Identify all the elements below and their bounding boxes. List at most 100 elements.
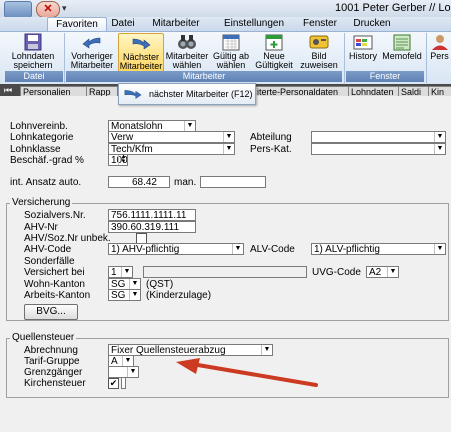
chevron-down-icon[interactable]: ▾	[62, 3, 70, 14]
gueltig-ab-waehlen-button[interactable]: Gültig ab wählen	[212, 33, 250, 71]
chevron-down-icon: ▼	[434, 132, 445, 142]
bvg-button[interactable]: BVG...	[24, 304, 78, 320]
lohnklasse-label: Lohnklasse	[10, 144, 61, 155]
alv-code-label: ALV-Code	[250, 244, 295, 255]
kirchensteuer-field[interactable]	[121, 377, 126, 389]
arbeits-kanton-select[interactable]: SG ▼	[108, 289, 141, 301]
lohnkategorie-value: Verw	[111, 132, 134, 143]
lohndaten-label: Lohndaten speichern	[11, 51, 55, 70]
spinner-icon[interactable]: ▲ ▼	[118, 154, 128, 165]
chevron-down-icon: ▼	[223, 132, 234, 142]
uvg-code-select[interactable]: A2 ▼	[366, 266, 399, 278]
lohndaten-speichern-button[interactable]: Lohndaten speichern	[5, 33, 61, 71]
binoculars-icon	[178, 35, 196, 49]
chevron-down-icon: ▼	[129, 279, 140, 289]
chevron-down-icon: ▼	[223, 144, 234, 154]
person-icon	[431, 35, 448, 50]
versichert-bei-label: Versichert bei	[24, 267, 85, 278]
alv-code-value: 1) ALV-pflichtig	[314, 244, 380, 255]
wohn-kanton-label: Wohn-Kanton	[24, 279, 85, 290]
uvg-code-label: UVG-Code	[312, 267, 361, 278]
tab-einstellungen[interactable]: Einstellungen	[222, 17, 286, 31]
image-icon	[309, 35, 329, 49]
group-datei: Datei	[5, 71, 63, 82]
tooltip-text: nächster Mitarbeiter (F12)	[149, 89, 253, 99]
ansatz-input[interactable]: 68.42	[108, 176, 170, 188]
sonderfaelle-label: Sonderfälle	[24, 256, 75, 267]
tab-scroll-icon[interactable]: ⏮	[4, 85, 14, 96]
kirchensteuer-checkbox[interactable]: ✔	[108, 378, 119, 389]
calendar-icon	[222, 34, 240, 51]
grenzgaenger-label: Grenzgänger	[24, 367, 83, 378]
window-title: 1001 Peter Gerber // Lo	[335, 2, 451, 14]
alv-code-select[interactable]: 1) ALV-pflichtig ▼	[311, 243, 446, 255]
versicherung-title: Versicherung	[10, 197, 73, 208]
abrechnung-label: Abrechnung	[24, 345, 78, 356]
perskat-select[interactable]: ▼	[311, 143, 446, 155]
memofeld-button[interactable]: Memofeld	[381, 33, 423, 71]
beschaef-label: Beschäf.-grad %	[10, 155, 84, 166]
tab-fenster[interactable]: Fenster	[300, 17, 340, 31]
tab-datei[interactable]: Datei	[108, 17, 138, 31]
sozialvers-input[interactable]: 756.1111.1111.11	[108, 209, 196, 221]
chevron-down-icon: ▼	[261, 345, 272, 355]
chevron-down-icon: ▼	[127, 367, 138, 377]
pers-button[interactable]: Pers	[428, 33, 451, 71]
unbek-label: AHV/Soz.Nr unbek.	[24, 233, 111, 244]
versichert-bei-select[interactable]: 1 ▼	[108, 266, 133, 278]
close-icon[interactable]: ✕	[36, 1, 60, 18]
tooltip: nächster Mitarbeiter (F12)	[118, 83, 256, 105]
man-input[interactable]	[200, 176, 266, 188]
bild-zuweisen-button[interactable]: Bild zuweisen	[298, 33, 340, 71]
chevron-down-icon: ▼	[184, 121, 195, 131]
chevron-down-icon: ▼	[434, 144, 445, 154]
app-menu-icon[interactable]	[4, 1, 32, 18]
arbeits-kanton-note: (Kinderzulage)	[146, 290, 212, 301]
tarif-gruppe-label: Tarif-Gruppe	[24, 356, 80, 367]
naechster-mitarbeiter-button[interactable]: Nächster Mitarbeiter	[118, 33, 164, 73]
arbeits-kanton-value: SG	[111, 290, 126, 301]
vorheriger-label: Vorheriger Mitarbeiter	[70, 51, 114, 70]
chevron-down-icon: ▼	[387, 267, 398, 277]
sozialvers-label: Sozialvers.Nr.	[24, 210, 86, 221]
chevron-down-icon: ▼	[232, 244, 243, 254]
mitarbeiter-waehlen-button[interactable]: Mitarbeiter wählen	[163, 33, 211, 71]
perskat-label: Pers-Kat.	[250, 144, 292, 155]
memofeld-label: Memofeld	[382, 51, 422, 61]
ansatz-value: 68.42	[131, 177, 157, 188]
lohnkategorie-select[interactable]: Verw ▼	[108, 131, 235, 143]
naechster-label: Nächster Mitarbeiter	[119, 52, 163, 71]
arbeits-kanton-label: Arbeits-Kanton	[24, 290, 91, 301]
kirchensteuer-label: Kirchensteuer	[24, 378, 86, 389]
chevron-down-icon: ▼	[122, 356, 133, 366]
quellensteuer-title: Quellensteuer	[10, 332, 77, 343]
waehlen-label: Mitarbeiter wählen	[165, 51, 209, 70]
history-icon	[353, 35, 373, 50]
abteilung-select[interactable]: ▼	[311, 131, 446, 143]
lohnvereinb-label: Lohnvereinb.	[10, 121, 68, 132]
ahv-code-value: 1) AHV-pflichtig	[111, 244, 180, 255]
ansatz-label: int. Ansatz auto.	[10, 177, 82, 188]
memo-icon	[393, 34, 411, 51]
ahv-code-select[interactable]: 1) AHV-pflichtig ▼	[108, 243, 244, 255]
neue-gueltigkeit-button[interactable]: Neue Gültigkeit	[251, 33, 297, 71]
pers-label: Pers	[430, 51, 449, 61]
history-button[interactable]: History	[346, 33, 380, 71]
group-mitarbeiter: Mitarbeiter	[66, 71, 342, 82]
tab-favoriten[interactable]: Favoriten	[47, 17, 107, 32]
tab-mitarbeiter[interactable]: Mitarbeiter	[148, 17, 204, 31]
vorheriger-mitarbeiter-button[interactable]: Vorheriger Mitarbeiter	[67, 33, 117, 71]
annotation-arrow-icon	[176, 358, 318, 387]
tab-drucken[interactable]: Drucken	[352, 17, 392, 31]
abteilung-label: Abteilung	[250, 132, 292, 143]
save-icon	[24, 33, 42, 51]
history-label: History	[348, 51, 377, 61]
arrow-right-icon	[132, 38, 151, 50]
ahv-code-label: AHV-Code	[24, 244, 72, 255]
chevron-down-icon: ▼	[434, 244, 445, 254]
neue-label: Neue Gültigkeit	[255, 51, 293, 70]
ahv-nr-value: 390.60.319.111	[111, 222, 180, 233]
sozialvers-value: 756.1111.1111.11	[111, 210, 187, 221]
ahv-nr-input[interactable]: 390.60.319.111	[108, 221, 196, 233]
man-label: man.	[174, 177, 197, 188]
